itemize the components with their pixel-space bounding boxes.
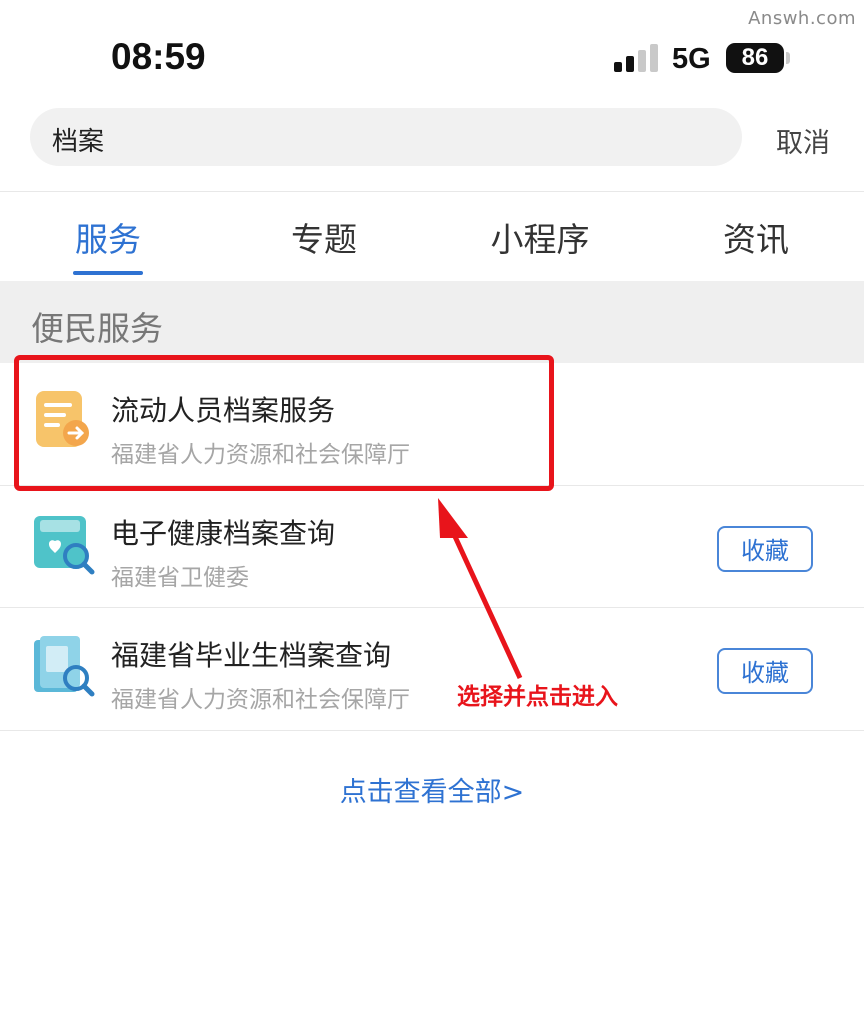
item-subtitle: 福建省人力资源和社会保障厅 (111, 687, 410, 713)
divider (0, 730, 864, 731)
annotation-text: 选择并点击进入 (457, 684, 618, 710)
battery-tip (786, 52, 790, 64)
tab-bar: 服务 专题 小程序 资讯 (0, 193, 864, 281)
tab-news[interactable]: 资讯 (648, 213, 864, 261)
tab-mini-programs[interactable]: 小程序 (432, 213, 648, 261)
item-subtitle: 福建省卫健委 (111, 565, 249, 591)
health-record-search-icon (30, 510, 96, 576)
search-input[interactable]: 档案 (30, 108, 742, 166)
battery-icon: 86 (726, 43, 784, 73)
divider (0, 191, 864, 192)
favorite-button[interactable]: 收藏 (717, 526, 813, 572)
status-time: 08:59 (111, 36, 206, 77)
item-title: 福建省毕业生档案查询 (111, 639, 392, 672)
favorite-button[interactable]: 收藏 (717, 648, 813, 694)
tab-services[interactable]: 服务 (0, 213, 216, 261)
view-all-link[interactable]: 点击查看全部> (0, 770, 864, 809)
annotation-arrow-icon (438, 498, 523, 680)
section-title: 便民服务 (31, 309, 163, 348)
search-value: 档案 (52, 127, 105, 157)
archive-search-icon (30, 632, 96, 698)
signal-icon (614, 44, 660, 72)
active-tab-indicator (73, 271, 143, 275)
section-header: 便民服务 (0, 281, 864, 363)
network-type: 5G (672, 43, 711, 75)
tab-topics[interactable]: 专题 (216, 213, 432, 261)
highlight-box (14, 355, 554, 491)
item-title: 电子健康档案查询 (111, 517, 336, 550)
status-bar: 08:59 5G 86 (0, 0, 864, 100)
cancel-button[interactable]: 取消 (776, 121, 830, 160)
